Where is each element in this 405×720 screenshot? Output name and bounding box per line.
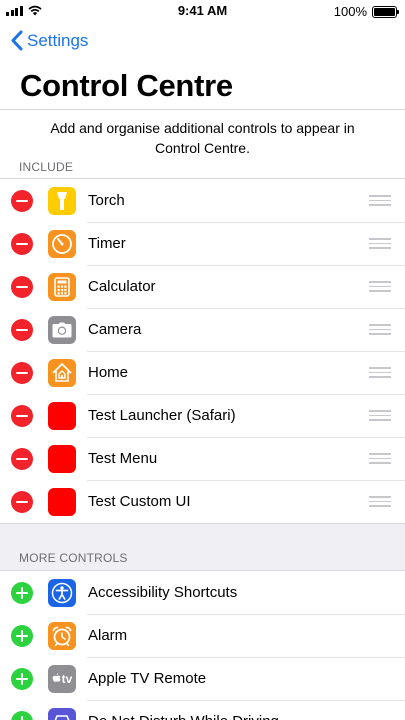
- blank-red-icon: [48, 487, 76, 516]
- remove-control-icon[interactable]: [11, 189, 33, 212]
- more-controls-list: Accessibility Shortcuts Alarm tv Apple TV R…: [0, 570, 405, 720]
- remove-control-icon[interactable]: [11, 275, 33, 298]
- reorder-handle-icon[interactable]: [369, 496, 391, 507]
- list-item-apple-tv-remote[interactable]: tv Apple TV Remote: [0, 657, 405, 700]
- battery-icon: [372, 5, 399, 18]
- remove-control-icon[interactable]: [11, 318, 33, 341]
- add-control-icon[interactable]: [11, 667, 33, 690]
- status-bar: 9:41 AM 100%: [0, 0, 405, 22]
- list-item-label: Timer: [88, 235, 126, 252]
- description-text: Add and organise additional controls to …: [0, 110, 405, 160]
- content: Add and organise additional controls to …: [0, 110, 405, 720]
- car-icon: [48, 707, 76, 720]
- list-item-label: Torch: [88, 192, 125, 209]
- list-item-label: Calculator: [88, 278, 156, 295]
- add-control-icon[interactable]: [11, 710, 33, 720]
- reorder-handle-icon[interactable]: [369, 281, 391, 292]
- reorder-handle-icon[interactable]: [369, 195, 391, 206]
- torch-icon: [48, 186, 76, 215]
- accessibility-icon: [48, 578, 76, 607]
- list-item-label: Camera: [88, 321, 142, 338]
- list-item-timer[interactable]: Timer: [0, 222, 405, 265]
- list-item-alarm[interactable]: Alarm: [0, 614, 405, 657]
- add-control-icon[interactable]: [11, 581, 33, 604]
- section-header-more-controls: MORE CONTROLS: [19, 551, 128, 565]
- list-item-label: Test Custom UI: [88, 493, 191, 510]
- list-item-accessibility-shortcuts[interactable]: Accessibility Shortcuts: [0, 571, 405, 614]
- include-list: Torch Timer Calculator Camera Home Test Launc…: [0, 178, 405, 524]
- camera-icon: [48, 315, 76, 344]
- remove-control-icon[interactable]: [11, 490, 33, 513]
- remove-control-icon[interactable]: [11, 447, 33, 470]
- list-item-camera[interactable]: Camera: [0, 308, 405, 351]
- list-item-test-launcher-safari[interactable]: Test Launcher (Safari): [0, 394, 405, 437]
- battery-percent: 100%: [333, 4, 367, 19]
- list-item-do-not-disturb-while-driving[interactable]: Do Not Disturb While Driving: [0, 700, 405, 720]
- list-item-label: Accessibility Shortcuts: [88, 584, 238, 601]
- list-item-test-custom-ui[interactable]: Test Custom UI: [0, 480, 405, 523]
- reorder-handle-icon[interactable]: [369, 453, 391, 464]
- list-item-test-menu[interactable]: Test Menu: [0, 437, 405, 480]
- timer-icon: [48, 229, 76, 258]
- list-item-label: Test Launcher (Safari): [88, 407, 236, 424]
- list-item-label: Test Menu: [88, 450, 158, 467]
- home-icon: [48, 358, 76, 387]
- reorder-handle-icon[interactable]: [369, 367, 391, 378]
- remove-control-icon[interactable]: [11, 404, 33, 427]
- blank-red-icon: [48, 444, 76, 473]
- list-item-label: Home: [88, 364, 129, 381]
- reorder-handle-icon[interactable]: [369, 238, 391, 249]
- back-label: Settings: [27, 30, 89, 50]
- remove-control-icon[interactable]: [11, 232, 33, 255]
- calculator-icon: [48, 272, 76, 301]
- remove-control-icon[interactable]: [11, 361, 33, 384]
- navigation-bar: Settings Control Centre: [0, 22, 405, 110]
- list-item-calculator[interactable]: Calculator: [0, 265, 405, 308]
- list-item-label: Alarm: [88, 627, 128, 644]
- battery-fill: [374, 7, 395, 16]
- chevron-left-icon: [11, 30, 23, 51]
- list-item-torch[interactable]: Torch: [0, 179, 405, 222]
- section-header-include: INCLUDE: [0, 160, 405, 178]
- apple-tv-icon: tv: [48, 664, 76, 693]
- back-button[interactable]: Settings: [10, 30, 88, 51]
- list-item-home[interactable]: Home: [0, 351, 405, 394]
- alarm-icon: [48, 621, 76, 650]
- page-title: Control Centre: [20, 68, 233, 103]
- apple-tv-icon-text: tv: [61, 671, 73, 686]
- add-control-icon[interactable]: [11, 624, 33, 647]
- blank-red-icon: [48, 401, 76, 430]
- status-right: 100%: [333, 4, 399, 19]
- list-item-label: Apple TV Remote: [88, 670, 207, 687]
- reorder-handle-icon[interactable]: [369, 410, 391, 421]
- list-item-label: Do Not Disturb While Driving: [88, 713, 405, 720]
- reorder-handle-icon[interactable]: [369, 324, 391, 335]
